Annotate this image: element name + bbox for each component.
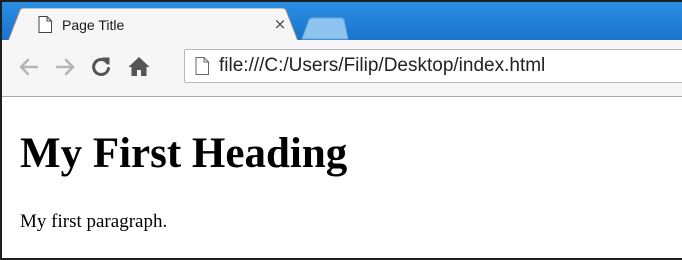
toolbar: file:///C:/Users/Filip/Desktop/index.htm… bbox=[2, 40, 682, 97]
home-icon bbox=[128, 57, 150, 76]
reload-icon bbox=[92, 57, 110, 76]
active-tab[interactable]: Page Title × bbox=[8, 8, 298, 41]
back-arrow-icon bbox=[19, 58, 39, 76]
reload-button[interactable] bbox=[88, 54, 114, 80]
address-bar[interactable]: file:///C:/Users/Filip/Desktop/index.htm… bbox=[184, 49, 682, 83]
page-icon bbox=[38, 16, 52, 33]
page-paragraph: My first paragraph. bbox=[20, 211, 168, 232]
tab-strip: Page Title × bbox=[2, 2, 682, 41]
browser-window: Page Title × file:///C:/Users/Filip/Desk… bbox=[0, 0, 682, 260]
tab-title: Page Title bbox=[62, 17, 125, 33]
tab-close-button[interactable]: × bbox=[272, 15, 288, 33]
back-button[interactable] bbox=[16, 54, 42, 80]
page-viewport: My First Heading My first paragraph. bbox=[2, 97, 682, 258]
home-button[interactable] bbox=[126, 54, 152, 80]
new-tab-button[interactable] bbox=[300, 16, 350, 40]
page-icon bbox=[195, 57, 209, 75]
new-tab-shape bbox=[301, 17, 349, 40]
forward-arrow-icon bbox=[55, 58, 75, 76]
url-text[interactable]: file:///C:/Users/Filip/Desktop/index.htm… bbox=[219, 55, 545, 77]
forward-button[interactable] bbox=[52, 54, 78, 80]
page-heading: My First Heading bbox=[20, 130, 348, 177]
